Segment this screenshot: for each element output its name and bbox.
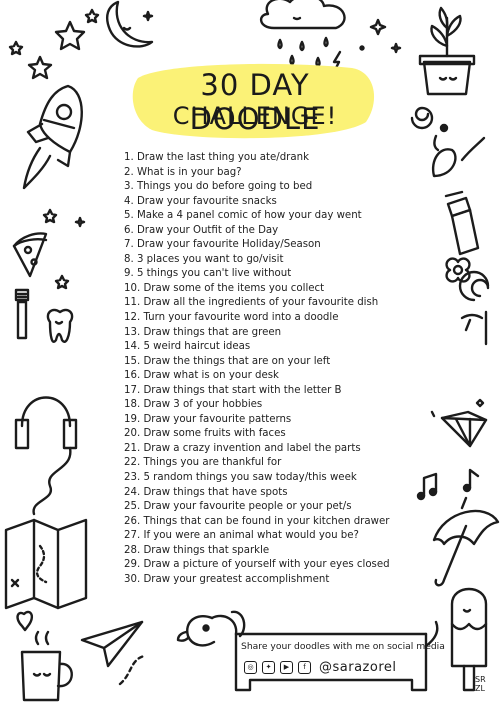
moon-icon — [106, 0, 154, 48]
list-item: 17. Draw things that start with the lett… — [124, 384, 342, 396]
prompt-list: 1. Draw the last thing you ate/drank 2. … — [124, 151, 390, 587]
list-item: 13. Draw things that are green — [124, 326, 282, 338]
artist-signature: SR ZL — [475, 675, 486, 693]
umbrella-icon — [432, 496, 500, 587]
toothbrush-icon — [14, 288, 30, 340]
instagram-icon[interactable]: ◎ — [244, 660, 257, 674]
list-item: 10. Draw some of the items you collect — [124, 282, 325, 294]
paint-tube-icon — [444, 190, 480, 256]
list-item: 19. Draw your favourite patterns — [124, 413, 292, 425]
plant-pot-icon — [418, 6, 476, 96]
list-item: 1. Draw the last thing you ate/drank — [124, 152, 309, 163]
list-item: 21. Draw a crazy invention and label the… — [124, 442, 361, 454]
list-item: 11. Draw all the ingredients of your fav… — [124, 297, 379, 309]
flower-icon — [445, 257, 490, 346]
youtube-icon[interactable]: ▶ — [280, 660, 293, 674]
title-block: 30 DAY DOODLE CHALLENGE! — [130, 62, 380, 142]
doodle-challenge-poster: 30 DAY DOODLE CHALLENGE! 1. Draw the las… — [0, 0, 500, 707]
list-item: 28. Draw things that sparkle — [124, 544, 270, 556]
list-item: 29. Draw a picture of yourself with your… — [124, 559, 390, 571]
music-notes-icon — [416, 468, 480, 501]
mug-icon — [20, 630, 73, 702]
list-item: 14. 5 weird haircut ideas — [124, 341, 251, 353]
social-links: ◎ ✦ ▶ f @sarazorel — [244, 657, 397, 677]
list-item: 6. Draw your Outfit of the Day — [124, 224, 279, 236]
share-text: Share your doodles with me on social med… — [241, 641, 445, 652]
list-item: 9. 5 things you can't live without — [124, 268, 292, 280]
heart-icon — [16, 610, 34, 632]
list-item: 15. Draw the things that are on your lef… — [124, 355, 331, 367]
list-item: 27. If you were an animal what would you… — [124, 530, 359, 542]
pizza-slice-icon — [12, 232, 48, 278]
list-item: 8. 3 places you want to go/visit — [124, 253, 284, 265]
swirl-icon — [410, 106, 449, 133]
list-item: 7. Draw your favourite Holiday/Season — [124, 239, 321, 251]
list-item: 3. Things you do before going to bed — [124, 181, 313, 193]
rocket-icon — [22, 84, 83, 190]
list-item: 16. Draw what is on your desk — [124, 370, 279, 382]
list-item: 24. Draw things that have spots — [124, 486, 288, 498]
list-item: 23. 5 random things you saw today/this w… — [124, 472, 357, 484]
headphones-icon — [14, 396, 78, 516]
list-item: 18. Draw 3 of your hobbies — [124, 399, 263, 411]
list-item: 26. Things that can be found in your kit… — [124, 515, 390, 527]
list-item: 25. Draw your favourite people or your p… — [124, 501, 352, 513]
map-icon — [4, 518, 88, 610]
list-item: 20. Draw some fruits with faces — [124, 428, 286, 440]
stars-icon — [8, 8, 100, 80]
facebook-icon[interactable]: f — [298, 660, 311, 674]
star-dots-icon — [42, 208, 86, 290]
list-item: 2. What is in your bag? — [124, 166, 242, 178]
paintbrush-icon — [431, 134, 486, 178]
list-item: 22. Things you are thankful for — [124, 457, 282, 469]
list-item: 12. Turn your favourite word into a dood… — [124, 312, 339, 324]
twitter-icon[interactable]: ✦ — [262, 660, 275, 674]
tooth-icon — [46, 308, 74, 343]
list-item: 4. Draw your favourite snacks — [124, 195, 277, 207]
list-item: 5. Make a 4 panel comic of how your day … — [124, 210, 362, 222]
title-line2: CHALLENGE! — [172, 102, 338, 130]
list-item: 30. Draw your greatest accomplishment — [124, 573, 330, 585]
sparkle-icon — [359, 18, 402, 54]
social-handle[interactable]: @sarazorel — [319, 660, 397, 675]
paper-plane-icon — [80, 620, 146, 686]
diamond-icon — [430, 398, 488, 448]
